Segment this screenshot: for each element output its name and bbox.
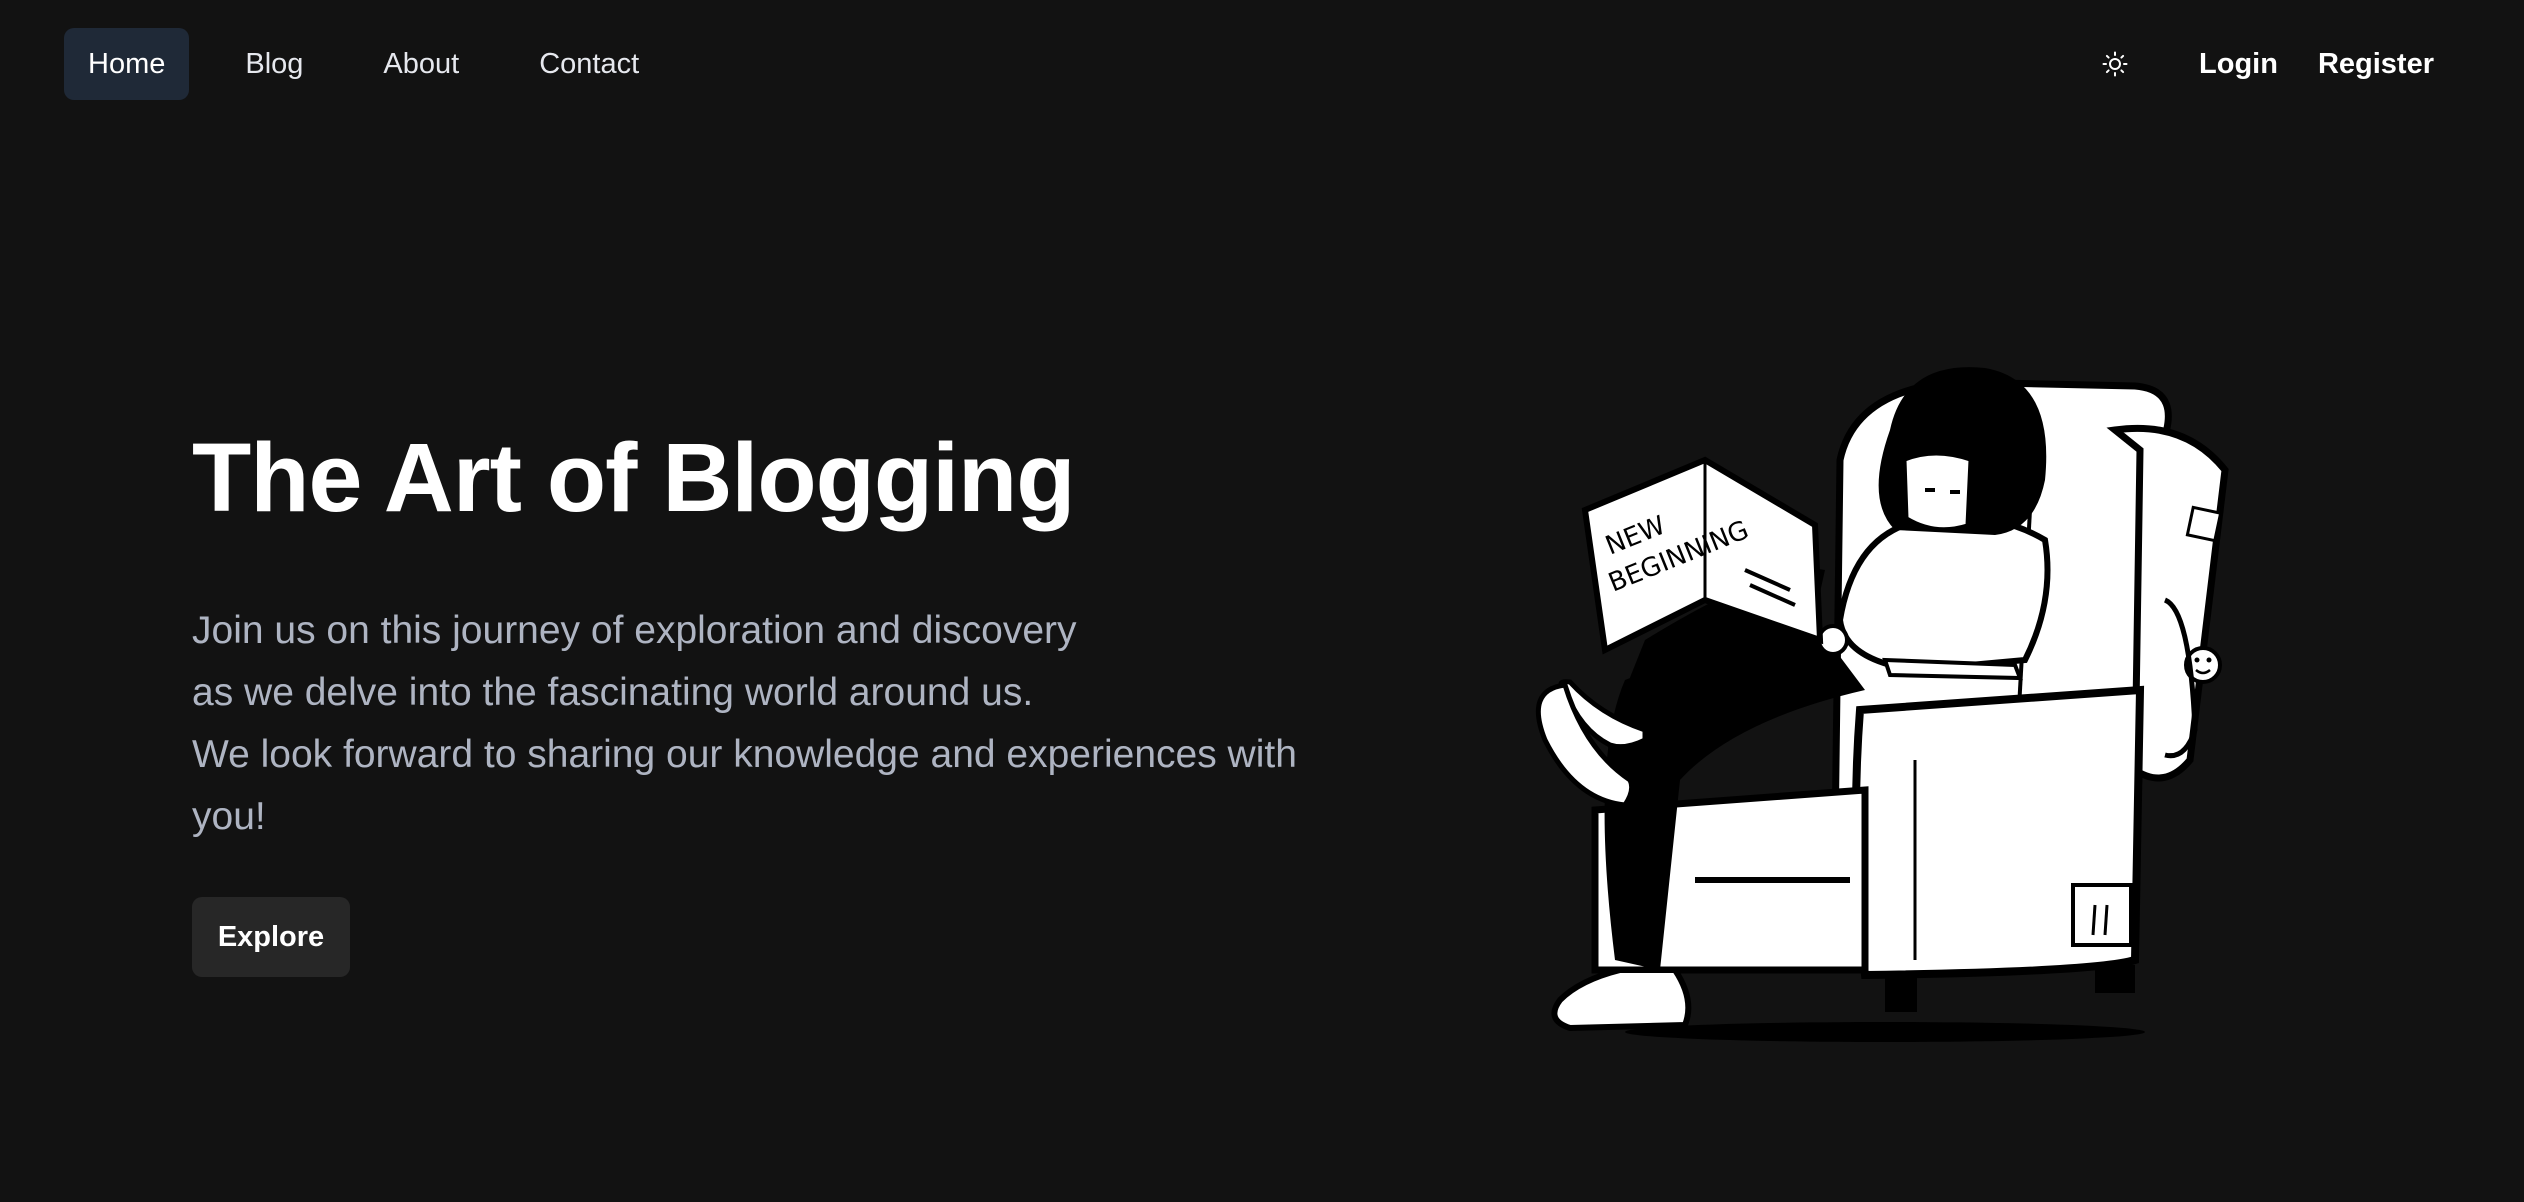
explore-button[interactable]: Explore bbox=[192, 897, 350, 977]
top-navigation: Home Blog About Contact Login Register bbox=[0, 0, 2524, 124]
hero-description-line: Join us on this journey of exploration a… bbox=[192, 609, 1077, 652]
nav-item-about[interactable]: About bbox=[359, 28, 483, 100]
nav-item-contact[interactable]: Contact bbox=[515, 28, 663, 100]
theme-toggle-button[interactable] bbox=[2087, 36, 2143, 92]
main-nav-links: Home Blog About Contact bbox=[64, 28, 663, 100]
hero-title: The Art of Blogging bbox=[192, 423, 1076, 532]
register-link[interactable]: Register bbox=[2308, 40, 2444, 89]
nav-item-blog[interactable]: Blog bbox=[221, 28, 327, 100]
hero-description-line: We look forward to sharing our knowledge… bbox=[192, 733, 1297, 838]
account-nav: Login Register bbox=[2087, 28, 2444, 100]
hero-description: Join us on this journey of exploration a… bbox=[192, 600, 1342, 848]
reading-woman-illustration: NEW BEGINNING bbox=[1535, 367, 2229, 1042]
nav-item-home[interactable]: Home bbox=[64, 28, 190, 100]
login-link[interactable]: Login bbox=[2189, 40, 2288, 89]
sun-icon bbox=[2102, 51, 2128, 77]
hero-description-line: as we delve into the fascinating world a… bbox=[192, 671, 1034, 714]
